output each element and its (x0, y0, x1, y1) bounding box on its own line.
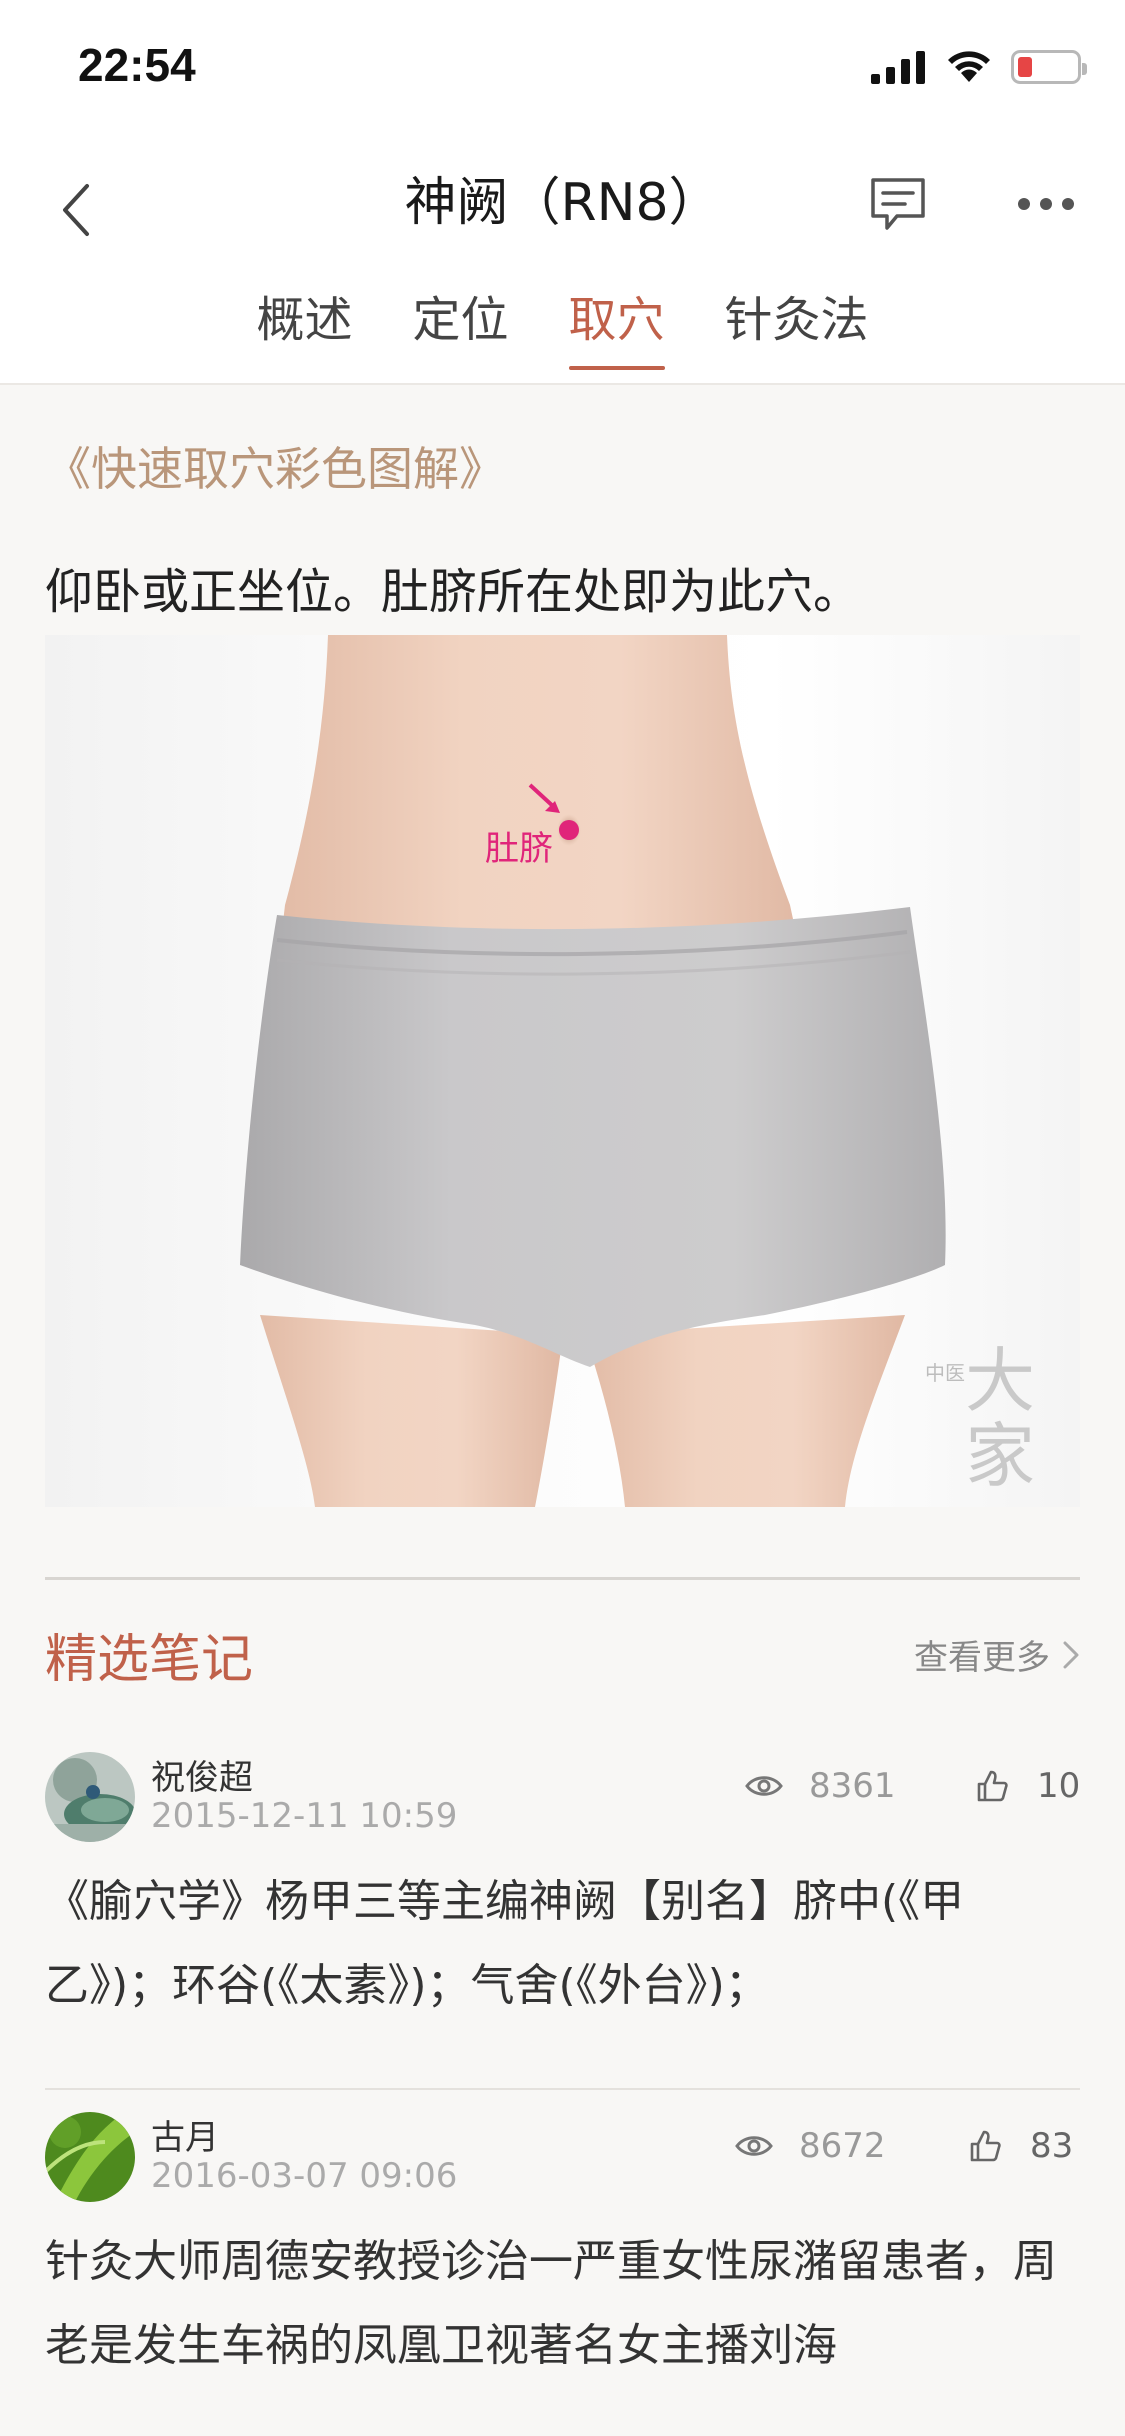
note-author[interactable]: 祝俊超 (151, 1750, 253, 1799)
watermark-small: 中医 (925, 1361, 965, 1385)
battery-icon (1011, 50, 1087, 84)
eye-icon (745, 1775, 783, 1796)
chevron-right-icon (1063, 1641, 1079, 1669)
note-header: 古月 2016-03-07 09:06 8672 83 (45, 2090, 1080, 2202)
more-icon-dot (1040, 198, 1052, 210)
note-date: 2016-03-07 09:06 (151, 2155, 458, 2196)
more-button[interactable] (1004, 164, 1088, 244)
left-thigh (260, 1314, 563, 1507)
tab-acupuncture-method[interactable]: 针灸法 (695, 270, 899, 370)
see-more-link[interactable]: 查看更多 (914, 1630, 1080, 1679)
avatar[interactable] (45, 1751, 135, 1842)
status-bar: 22:54 (0, 0, 1125, 140)
acupoint-marker (559, 819, 579, 840)
status-time: 22:54 (78, 39, 196, 91)
note-views: 8361 (745, 1766, 896, 1806)
shorts (240, 906, 946, 1367)
views-count: 8361 (809, 1765, 896, 1806)
note-item[interactable]: 祝俊超 2015-12-11 10:59 8361 10 《腧穴学》杨甲三等主编… (45, 1730, 1080, 2090)
wifi-icon (948, 51, 990, 82)
point-description: 仰卧或正坐位。肚脐所在处即为此穴。 (45, 564, 862, 621)
notes-header: 精选笔记 查看更多 (45, 1580, 1080, 1730)
note-text[interactable]: 《腧穴学》杨甲三等主编神阙【别名】脐中(《甲乙》)；环谷(《太素》)；气舍(《外… (45, 1840, 1080, 2088)
nav-bar: 神阙（RN8） 概述 定位 取穴 针灸法 (0, 140, 1125, 385)
more-icon-dot (1062, 198, 1074, 210)
peacock-avatar-image (45, 1751, 135, 1842)
note-views: 8672 (735, 2126, 886, 2166)
status-icons (871, 50, 1087, 84)
acupoint-illustration: 肚脐 中医 大 家 (45, 634, 1080, 1507)
tab-bar: 概述 定位 取穴 针灸法 (0, 270, 1125, 370)
views-count: 8672 (799, 2125, 886, 2166)
more-icon-dot (1018, 198, 1030, 210)
thumbs-up-icon (970, 2130, 1001, 2161)
comment-button[interactable] (858, 164, 938, 244)
see-more-label: 查看更多 (914, 1638, 1050, 1679)
likes-count: 83 (1030, 2125, 1074, 2166)
note-text[interactable]: 针灸大师周德安教授诊治一严重女性尿潴留患者，周老是发生车祸的凤凰卫视著名女主播刘… (45, 2200, 1080, 2436)
like-button[interactable]: 10 (975, 1766, 1080, 1806)
note-author[interactable]: 古月 (151, 2110, 219, 2159)
tab-locating-point[interactable]: 取穴 (539, 270, 695, 370)
eye-icon (735, 2135, 773, 2156)
like-button[interactable]: 83 (968, 2126, 1073, 2166)
likes-count: 10 (1037, 1765, 1081, 1806)
tab-location[interactable]: 定位 (382, 270, 538, 370)
battery-level (1018, 57, 1032, 77)
watermark-big-2: 家 (965, 1415, 1035, 1497)
tab-overview[interactable]: 概述 (226, 270, 382, 370)
comment-icon (871, 178, 925, 230)
notes-title: 精选笔记 (45, 1630, 254, 1691)
source-reference: 《快速取穴彩色图解》 (45, 442, 505, 496)
note-header: 祝俊超 2015-12-11 10:59 8361 10 (45, 1730, 1080, 1842)
page-title: 神阙（RN8） (404, 173, 721, 233)
body-figure: 肚脐 中医 大 家 (240, 634, 1035, 1507)
cellular-signal-icon (871, 50, 925, 84)
watermark-big-1: 大 (965, 1340, 1035, 1422)
thumbs-up-icon (977, 1770, 1008, 1801)
avatar[interactable] (45, 2111, 135, 2202)
leaf-avatar-image (45, 2111, 135, 2202)
note-item[interactable]: 古月 2016-03-07 09:06 8672 83 针灸大师周德安教授诊治一… (45, 2090, 1080, 2436)
note-date: 2015-12-11 10:59 (151, 1795, 458, 1836)
marker-label: 肚脐 (485, 830, 553, 868)
main-content: 《快速取穴彩色图解》 仰卧或正坐位。肚脐所在处即为此穴。 肚脐 中医 大 家 精… (45, 385, 1080, 2436)
